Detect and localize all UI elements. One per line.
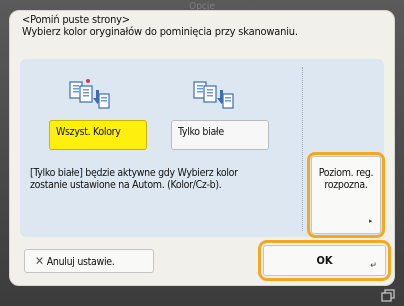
enter-icon: ↵ xyxy=(370,261,377,271)
option-all-colors[interactable]: Wszyst. Kolory xyxy=(49,120,147,150)
color-pages-icon xyxy=(69,79,110,109)
info-line-2: zostanie ustawione na Autom. (Kolor/Cz-b… xyxy=(30,179,222,191)
cancel-label: Anuluj ustawie. xyxy=(46,256,115,268)
recognition-label-1: Poziom. reg. xyxy=(318,167,374,179)
divider xyxy=(302,67,303,231)
option-white-only[interactable]: Tylko białe xyxy=(171,120,269,150)
dropdown-arrow-icon: ▸ xyxy=(369,217,372,225)
recognition-level-button[interactable]: Poziom. reg. rozpozna. ▸ xyxy=(311,156,381,234)
screen: Opcje <Pomiń puste strony> Wybierz kolor… xyxy=(0,0,404,306)
dialog-header: <Pomiń puste strony> Wybierz kolor orygi… xyxy=(22,14,298,38)
info-line-1: [Tylko białe] będzie aktywne gdy Wybierz… xyxy=(30,167,238,179)
cancel-settings-button[interactable]: ✕ Anuluj ustawie. xyxy=(24,249,154,273)
white-pages-icon xyxy=(193,81,234,109)
copy-icon[interactable] xyxy=(380,289,396,303)
dialog-instruction: Wybierz kolor oryginałów do pominięcia p… xyxy=(22,25,298,38)
close-icon: ✕ xyxy=(35,254,44,268)
info-text: [Tylko białe] będzie aktywne gdy Wybierz… xyxy=(30,167,238,191)
option-white-only-label: Tylko białe xyxy=(178,126,224,138)
ok-button[interactable]: OK ↵ xyxy=(263,245,386,276)
ok-label: OK xyxy=(316,254,333,267)
option-all-colors-label: Wszyst. Kolory xyxy=(56,126,121,138)
recognition-label-2: rozpozna. xyxy=(324,179,368,191)
